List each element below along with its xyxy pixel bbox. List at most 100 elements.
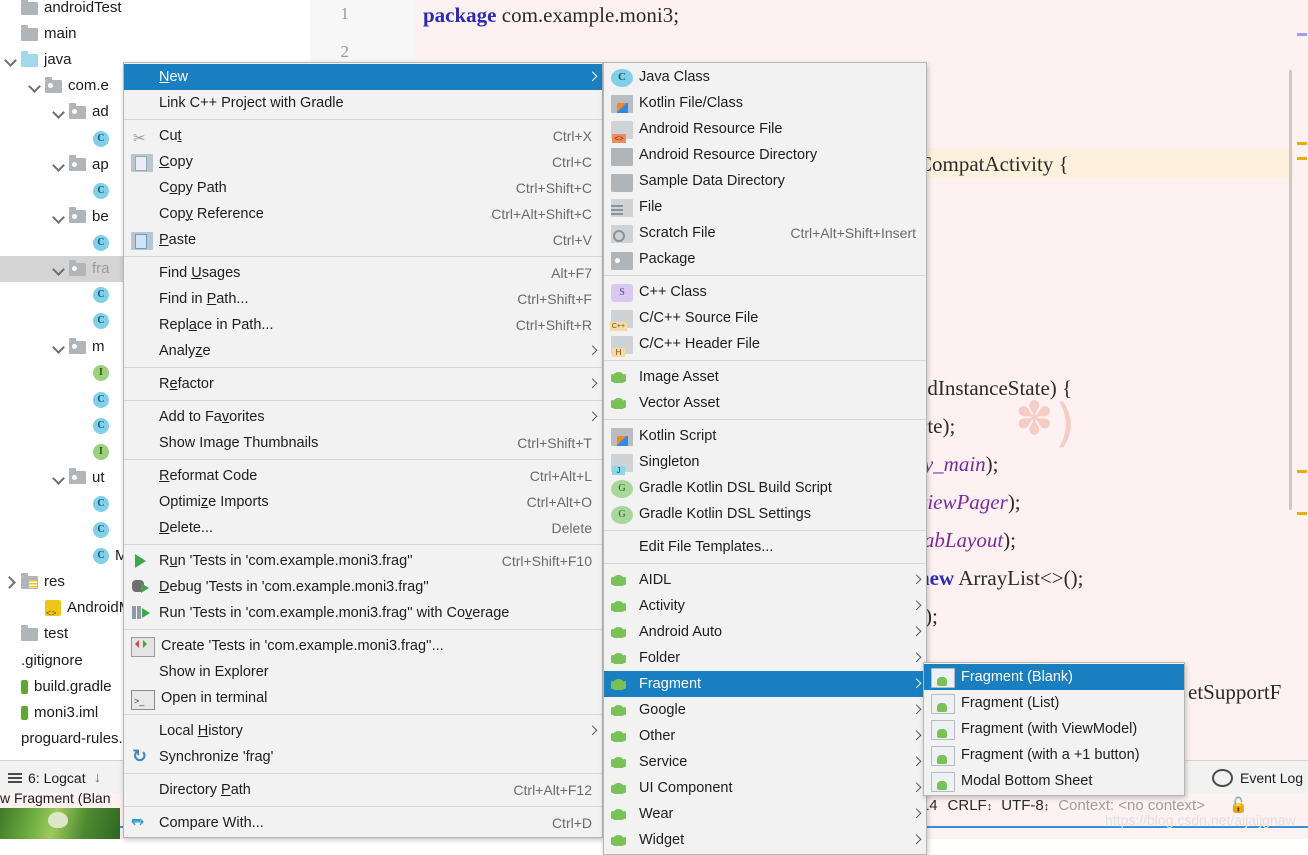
- context-menu-item-add-to-favorites[interactable]: Add to Favorites: [124, 404, 602, 430]
- context-menu-item-copy[interactable]: Copy Ctrl+C: [124, 149, 602, 175]
- chevron-down-icon[interactable]: [28, 79, 42, 93]
- new-menu-item-folder[interactable]: Folder: [604, 645, 926, 671]
- tree-item[interactable]: I: [76, 360, 115, 386]
- new-menu-item-google[interactable]: Google: [604, 697, 926, 723]
- chevron-down-icon[interactable]: [52, 471, 66, 485]
- context-menu-item-directory-path[interactable]: Directory Path Ctrl+Alt+F12: [124, 777, 602, 803]
- new-menu-item-fragment[interactable]: Fragment: [604, 671, 926, 697]
- tree-item[interactable]: com.e: [28, 73, 109, 99]
- tree-item[interactable]: androidTest: [4, 0, 122, 21]
- tree-item[interactable]: C: [76, 387, 115, 413]
- context-menu-item-find-usages[interactable]: Find Usages Alt+F7: [124, 260, 602, 286]
- context-menu-item-reformat-code[interactable]: Reformat Code Ctrl+Alt+L: [124, 463, 602, 489]
- context-menu-item-create-tests-in-com-example-moni3-frag[interactable]: Create 'Tests in 'com.example.moni3.frag…: [124, 633, 602, 659]
- new-submenu[interactable]: C Java Class Kotlin File/Class Android Reso…: [603, 62, 927, 855]
- tree-item[interactable]: C: [76, 230, 115, 256]
- new-menu-item-wear[interactable]: Wear: [604, 801, 926, 827]
- new-menu-item-other[interactable]: Other: [604, 723, 926, 749]
- new-menu-item-aidl[interactable]: AIDL: [604, 567, 926, 593]
- new-menu-item-kotlin-file-class[interactable]: Kotlin File/Class: [604, 90, 926, 116]
- new-menu-item-file[interactable]: File: [604, 194, 926, 220]
- new-menu-item-android-resource-directory[interactable]: Android Resource Directory: [604, 142, 926, 168]
- new-menu-item-scratch-file[interactable]: Scratch File Ctrl+Alt+Shift+Insert: [604, 220, 926, 246]
- context-menu-item-compare-with[interactable]: Compare With... Ctrl+D: [124, 809, 602, 836]
- chevron-down-icon[interactable]: [52, 262, 66, 276]
- context-menu-item-refactor[interactable]: Refactor: [124, 371, 602, 397]
- tree-item[interactable]: m: [52, 334, 105, 360]
- context-menu-item-optimize-imports[interactable]: Optimize Imports Ctrl+Alt+O: [124, 489, 602, 515]
- tree-item[interactable]: be: [52, 204, 109, 230]
- tree-item[interactable]: C: [76, 178, 115, 204]
- new-menu-item-sample-data-directory[interactable]: Sample Data Directory: [604, 168, 926, 194]
- tree-item[interactable]: AndroidM: [28, 595, 131, 626]
- context-menu-item-copy-path[interactable]: Copy Path Ctrl+Shift+C: [124, 175, 602, 201]
- fragment-menu-item-modal-bottom-sheet[interactable]: Modal Bottom Sheet: [924, 768, 1184, 794]
- fragment-submenu[interactable]: Fragment (Blank) Fragment (List) Fragment …: [923, 662, 1185, 796]
- tree-item[interactable]: moni3.iml: [4, 700, 98, 726]
- context-menu-item-run-tests-in-com-example-moni3-frag[interactable]: Run 'Tests in 'com.example.moni3.frag'' C…: [124, 548, 602, 574]
- tree-item[interactable]: build.gradle: [4, 674, 112, 700]
- chevron-down-icon[interactable]: [52, 340, 66, 354]
- new-menu-item-package[interactable]: Package: [604, 246, 926, 272]
- tree-item[interactable]: proguard-rules.: [4, 726, 123, 752]
- tree-item[interactable]: C: [76, 282, 115, 308]
- chevron-down-icon[interactable]: [52, 210, 66, 224]
- context-menu-item-show-image-thumbnails[interactable]: Show Image Thumbnails Ctrl+Shift+T: [124, 430, 602, 456]
- fragment-menu-item-fragment-blank[interactable]: Fragment (Blank): [924, 664, 1184, 690]
- context-menu-item-show-in-explorer[interactable]: Show in Explorer: [124, 659, 602, 685]
- tree-item[interactable]: ap: [52, 152, 109, 178]
- context-menu-item-run-tests-in-com-example-moni3-frag-with-coverage[interactable]: Run 'Tests in 'com.example.moni3.frag'' …: [124, 600, 602, 626]
- tree-item[interactable]: ad: [52, 99, 109, 125]
- line-separator[interactable]: CRLF↕: [948, 797, 993, 814]
- new-menu-item-service[interactable]: Service: [604, 749, 926, 775]
- tree-item[interactable]: .gitignore: [4, 648, 83, 674]
- context-menu-item-debug-tests-in-com-example-moni3-frag[interactable]: Debug 'Tests in 'com.example.moni3.frag'…: [124, 574, 602, 600]
- event-log-tab[interactable]: Event Log: [1212, 761, 1303, 794]
- chevron-down-icon[interactable]: [52, 158, 66, 172]
- new-menu-item-kotlin-script[interactable]: Kotlin Script: [604, 423, 926, 449]
- new-menu-item-singleton[interactable]: Singleton: [604, 449, 926, 475]
- new-menu-item-android-resource-file[interactable]: Android Resource File: [604, 116, 926, 143]
- tree-item[interactable]: C: [76, 413, 115, 439]
- context-menu[interactable]: New Link C++ Project with Gradle Cut Ctrl+X…: [123, 62, 603, 838]
- new-menu-item-c-class[interactable]: S C++ Class: [604, 279, 926, 305]
- tree-item[interactable]: test: [4, 621, 68, 647]
- tree-item[interactable]: java: [4, 47, 72, 73]
- context-menu-item-delete[interactable]: Delete... Delete: [124, 515, 602, 541]
- context-menu-item-replace-in-path[interactable]: Replace in Path... Ctrl+Shift+R: [124, 312, 602, 338]
- context-menu-item-paste[interactable]: Paste Ctrl+V: [124, 227, 602, 253]
- new-menu-item-image-asset[interactable]: Image Asset: [604, 364, 926, 390]
- context-menu-item-open-in-terminal[interactable]: Open in terminal: [124, 685, 602, 714]
- tree-item[interactable]: C: [76, 308, 115, 334]
- tree-item[interactable]: main: [4, 21, 77, 47]
- new-menu-item-activity[interactable]: Activity: [604, 593, 926, 619]
- editor-marker-bar[interactable]: [1289, 0, 1308, 770]
- context-menu-item-copy-reference[interactable]: Copy Reference Ctrl+Alt+Shift+C: [124, 201, 602, 227]
- new-menu-item-c-c-source-file[interactable]: C/C++ Source File: [604, 305, 926, 331]
- fragment-menu-item-fragment-with-a-1-button[interactable]: Fragment (with a +1 button): [924, 742, 1184, 768]
- new-menu-item-android-auto[interactable]: Android Auto: [604, 619, 926, 645]
- tree-item[interactable]: res: [4, 569, 65, 595]
- new-menu-item-ui-component[interactable]: UI Component: [604, 775, 926, 801]
- new-menu-item-java-class[interactable]: C Java Class: [604, 64, 926, 90]
- context-menu-item-cut[interactable]: Cut Ctrl+X: [124, 123, 602, 151]
- chevron-down-icon[interactable]: [52, 105, 66, 119]
- file-encoding[interactable]: UTF-8↕: [1001, 797, 1049, 814]
- context-menu-item-find-in-path[interactable]: Find in Path... Ctrl+Shift+F: [124, 286, 602, 312]
- fragment-menu-item-fragment-with-viewmodel[interactable]: Fragment (with ViewModel): [924, 716, 1184, 742]
- new-menu-item-c-c-header-file[interactable]: C/C++ Header File: [604, 331, 926, 357]
- tree-item[interactable]: C: [76, 491, 115, 517]
- tree-item[interactable]: C: [76, 126, 115, 152]
- context-menu-item-new[interactable]: New: [124, 64, 602, 90]
- context-menu-item-analyze[interactable]: Analyze: [124, 338, 602, 364]
- new-menu-item-gradle-kotlin-dsl-settings[interactable]: G Gradle Kotlin DSL Settings: [604, 501, 926, 527]
- chevron-down-icon[interactable]: [4, 53, 18, 67]
- new-menu-item-widget[interactable]: Widget: [604, 827, 926, 853]
- tree-item[interactable]: ut: [52, 465, 105, 491]
- context-menu-item-synchronize-frag[interactable]: Synchronize 'frag': [124, 744, 602, 770]
- new-menu-item-edit-file-templates[interactable]: Edit File Templates...: [604, 534, 926, 560]
- fragment-menu-item-fragment-list[interactable]: Fragment (List): [924, 690, 1184, 716]
- editor-scrollbar[interactable]: [1289, 70, 1292, 510]
- new-menu-item-vector-asset[interactable]: Vector Asset: [604, 390, 926, 416]
- tree-item[interactable]: I: [76, 439, 115, 465]
